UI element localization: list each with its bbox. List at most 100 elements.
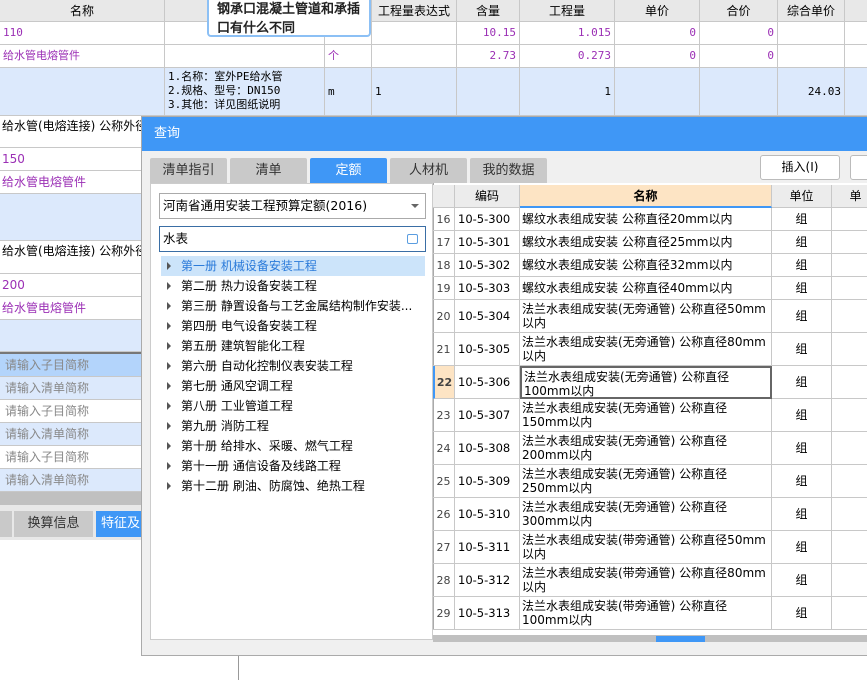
table-cell[interactable]	[700, 68, 778, 116]
tree-item[interactable]: 第七册 通风空调工程	[161, 376, 425, 396]
grid-cell[interactable]: 螺纹水表组成安装 公称直径25mm以内	[520, 231, 772, 254]
grid-cell[interactable]: 19	[433, 277, 455, 300]
scroll-thumb[interactable]	[656, 636, 705, 642]
tree-item[interactable]: 第五册 建筑智能化工程	[161, 336, 425, 356]
grid-cell[interactable]: 组	[772, 231, 832, 254]
tree-item[interactable]: 第九册 消防工程	[161, 416, 425, 436]
grid-cell[interactable]	[832, 366, 867, 399]
grid-cell[interactable]: 组	[772, 432, 832, 465]
expand-arrow-icon[interactable]	[167, 482, 171, 490]
expand-arrow-icon[interactable]	[167, 322, 171, 330]
grid-cell[interactable]: 法兰水表组成安装(无旁通管) 公称直径250mm以内	[520, 465, 772, 498]
table-cell[interactable]	[845, 22, 867, 45]
grid-cell[interactable]: 10-5-309	[455, 465, 520, 498]
grid-cell[interactable]: 法兰水表组成安装(带旁通管) 公称直径80mm以内	[520, 564, 772, 597]
expand-arrow-icon[interactable]	[167, 282, 171, 290]
placeholder-row[interactable]: 请输入清单简称	[0, 377, 141, 400]
grid-cell[interactable]: 法兰水表组成安装(带旁通管) 公称直径50mm以内	[520, 531, 772, 564]
grid-cell[interactable]: 组	[772, 498, 832, 531]
bottom-tab[interactable]: 换算信息	[14, 511, 93, 537]
expand-arrow-icon[interactable]	[167, 422, 171, 430]
table-cell[interactable]: 1.名称：室外PE给水管 2.规格、型号：DN150 3.其他：详见图纸说明	[165, 68, 325, 116]
tree-item[interactable]: 第一册 机械设备安装工程	[161, 256, 425, 276]
table-cell[interactable]: 0.273	[520, 45, 615, 68]
grid-cell[interactable]: 组	[772, 254, 832, 277]
tree-item[interactable]: 第十一册 通信设备及线路工程	[161, 456, 425, 476]
grid-cell[interactable]: 10-5-303	[455, 277, 520, 300]
grid-cell[interactable]	[832, 300, 867, 333]
grid-cell[interactable]: 组	[772, 465, 832, 498]
grid-cell[interactable]: 23	[433, 399, 455, 432]
tree-item[interactable]: 第八册 工业管道工程	[161, 396, 425, 416]
grid-cell[interactable]: 18	[433, 254, 455, 277]
grid-header[interactable]: 单	[832, 185, 867, 208]
grid-cell[interactable]	[832, 597, 867, 630]
grid-cell[interactable]: 组	[772, 564, 832, 597]
grid-cell[interactable]	[832, 531, 867, 564]
table-cell[interactable]	[0, 68, 165, 116]
grid-cell[interactable]: 10-5-305	[455, 333, 520, 366]
grid-scrollbar[interactable]	[433, 635, 867, 642]
left-row[interactable]: 给水管电熔管件	[0, 171, 141, 194]
grid-cell[interactable]	[832, 564, 867, 597]
grid-cell[interactable]: 10-5-307	[455, 399, 520, 432]
grid-cell[interactable]: 25	[433, 465, 455, 498]
dialog-title-bar[interactable]: 查询	[142, 117, 867, 151]
left-row[interactable]: 给水管(电熔连接) 公称外径	[0, 241, 141, 274]
grid-cell[interactable]: 10-5-304	[455, 300, 520, 333]
expand-arrow-icon[interactable]	[167, 462, 171, 470]
tree-item[interactable]: 第四册 电气设备安装工程	[161, 316, 425, 336]
column-header[interactable]: 工程量	[520, 0, 615, 22]
grid-cell[interactable]: 22	[433, 366, 455, 399]
search-input[interactable]: 水表	[159, 226, 426, 252]
table-cell[interactable]: 2.73	[457, 45, 520, 68]
table-cell[interactable]: 1	[372, 68, 457, 116]
column-header[interactable]: 单价	[615, 0, 700, 22]
table-cell[interactable]	[845, 68, 867, 116]
table-cell[interactable]	[372, 45, 457, 68]
grid-cell[interactable]	[832, 333, 867, 366]
grid-header[interactable]: 名称	[520, 185, 772, 208]
grid-cell[interactable]	[832, 231, 867, 254]
grid-cell[interactable]: 法兰水表组成安装(无旁通管) 公称直径150mm以内	[520, 399, 772, 432]
placeholder-row[interactable]: 请输入子目简称	[0, 354, 141, 377]
tree-item[interactable]: 第三册 静置设备与工艺金属结构制作安装...	[161, 296, 425, 316]
tree-item[interactable]: 第二册 热力设备安装工程	[161, 276, 425, 296]
grid-cell[interactable]: 组	[772, 208, 832, 231]
column-header[interactable]: 合价	[700, 0, 778, 22]
table-cell[interactable]	[165, 45, 325, 68]
grid-cell[interactable]: 组	[772, 399, 832, 432]
column-header[interactable]: 名称	[0, 0, 165, 22]
grid-cell[interactable]	[832, 254, 867, 277]
left-row[interactable]: 150	[0, 148, 141, 171]
tab-3[interactable]: 人材机	[390, 158, 467, 183]
grid-cell[interactable]	[832, 432, 867, 465]
grid-cell[interactable]	[832, 208, 867, 231]
grid-cell[interactable]	[832, 277, 867, 300]
tree-item[interactable]: 第六册 自动化控制仪表安装工程	[161, 356, 425, 376]
grid-cell[interactable]: 法兰水表组成安装(无旁通管) 公称直径80mm以内	[520, 333, 772, 366]
expand-arrow-icon[interactable]	[167, 302, 171, 310]
grid-cell[interactable]: 16	[433, 208, 455, 231]
column-header[interactable]: 工程量表达式	[372, 0, 457, 22]
grid-cell[interactable]	[832, 498, 867, 531]
placeholder-row[interactable]: 请输入子目简称	[0, 446, 141, 469]
expand-arrow-icon[interactable]	[167, 342, 171, 350]
grid-cell[interactable]: 10-5-308	[455, 432, 520, 465]
bottom-tab[interactable]: 特征及	[96, 511, 145, 537]
expand-arrow-icon[interactable]	[167, 362, 171, 370]
grid-header[interactable]: 单位	[772, 185, 832, 208]
clear-icon[interactable]	[407, 234, 418, 244]
grid-cell[interactable]: 组	[772, 333, 832, 366]
expand-arrow-icon[interactable]	[167, 402, 171, 410]
grid-cell[interactable]: 组	[772, 597, 832, 630]
tab-2[interactable]: 定额	[310, 158, 387, 183]
column-header[interactable]: 综合单价	[778, 0, 845, 22]
grid-cell[interactable]: 螺纹水表组成安装 公称直径32mm以内	[520, 254, 772, 277]
column-header[interactable]: 含量	[457, 0, 520, 22]
tab-4[interactable]: 我的数据	[470, 158, 547, 183]
table-cell[interactable]: 110	[0, 22, 165, 45]
grid-cell[interactable]: 法兰水表组成安装(带旁通管) 公称直径100mm以内	[520, 597, 772, 630]
grid-cell[interactable]: 10-5-312	[455, 564, 520, 597]
tree-item[interactable]: 第十册 给排水、采暖、燃气工程	[161, 436, 425, 456]
